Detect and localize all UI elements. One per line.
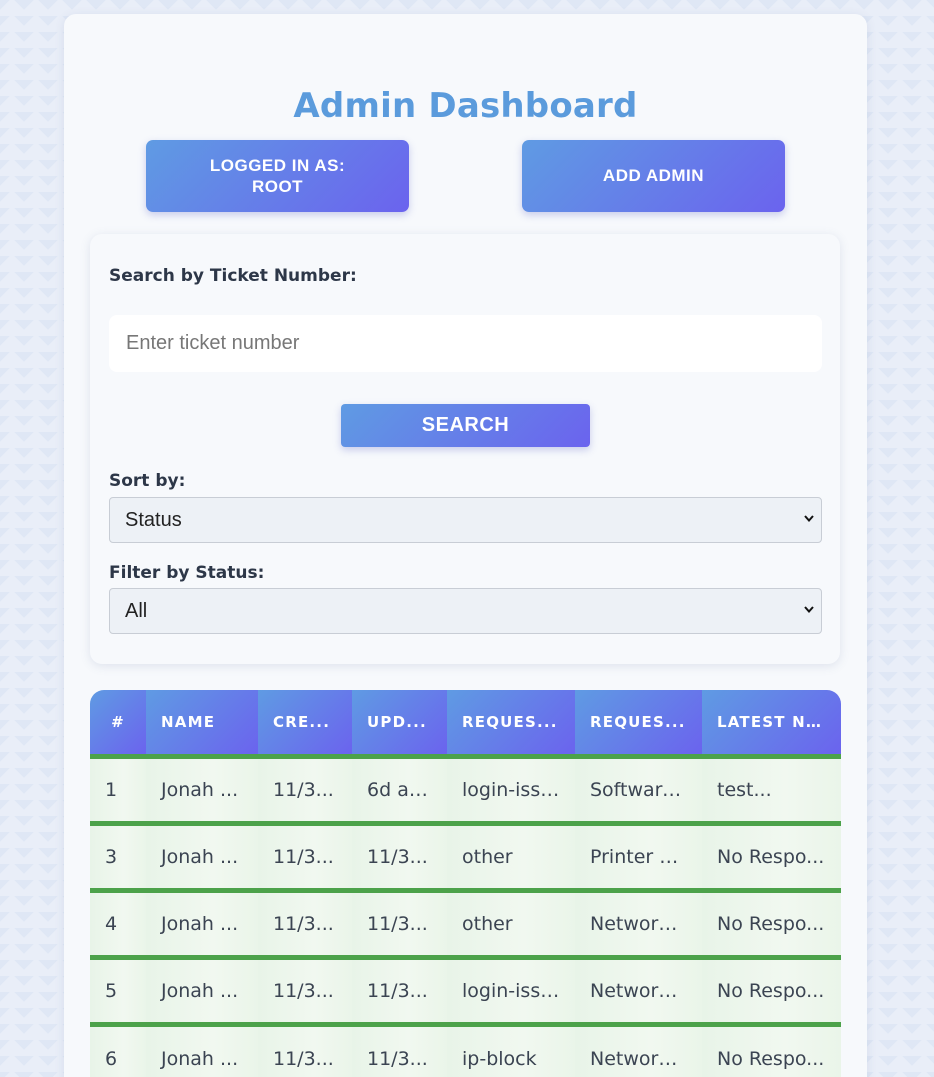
column-header-request-type[interactable]: REQUES... [447,690,575,756]
logged-in-button[interactable]: LOGGED IN AS: ROOT [146,140,409,212]
cell-name: Jonah ... [146,756,258,823]
cell-request-detail: Network ... [575,957,702,1024]
cell-updated: 11/3... [352,1024,447,1077]
sort-label: Sort by: [109,471,186,491]
cell-latest-note: test... [702,756,841,823]
cell-request-detail: Printer n... [575,823,702,890]
table-row[interactable]: 6 Jonah ... 11/3... 11/3... ip-block Net… [90,1024,841,1077]
chevron-down-icon [804,515,814,523]
cell-name: Jonah ... [146,957,258,1024]
cell-updated: 11/3... [352,957,447,1024]
cell-name: Jonah ... [146,1024,258,1077]
cell-request-type: login-issue [447,756,575,823]
filter-select-value: All [125,599,148,622]
search-button[interactable]: SEARCH [341,404,590,447]
cell-request-type: other [447,823,575,890]
column-header-created[interactable]: CRE... [258,690,352,756]
search-panel: Search by Ticket Number: SEARCH Sort by:… [90,234,840,664]
cell-name: Jonah ... [146,890,258,957]
sort-select[interactable]: Status [109,497,822,543]
chevron-down-icon [804,606,814,614]
cell-created: 11/3... [258,823,352,890]
cell-name: Jonah ... [146,823,258,890]
cell-request-type: other [447,890,575,957]
cell-number: 1 [90,756,146,823]
tickets-table: # NAME CRE... UPD... REQUES... REQUES...… [90,690,841,1077]
page-title: Admin Dashboard [293,86,638,126]
ticket-search-input[interactable] [109,315,822,372]
cell-request-detail: Network ... [575,1024,702,1077]
cell-created: 11/3... [258,890,352,957]
cell-updated: 11/3... [352,890,447,957]
cell-number: 4 [90,890,146,957]
column-header-updated[interactable]: UPD... [352,690,447,756]
dashboard-card: Admin Dashboard LOGGED IN AS: ROOT ADD A… [64,14,867,1077]
column-header-number[interactable]: # [90,690,146,756]
cell-created: 11/3... [258,1024,352,1077]
table-row[interactable]: 1 Jonah ... 11/3... 6d ago login-issue S… [90,756,841,823]
cell-request-detail: Network ... [575,890,702,957]
cell-latest-note: No Respo... [702,1024,841,1077]
table-row[interactable]: 5 Jonah ... 11/3... 11/3... login-issue … [90,957,841,1024]
cell-latest-note: No Respo... [702,890,841,957]
filter-label: Filter by Status: [109,563,265,583]
column-header-request-detail[interactable]: REQUES... [575,690,702,756]
cell-latest-note: No Respo... [702,957,841,1024]
table-row[interactable]: 4 Jonah ... 11/3... 11/3... other Networ… [90,890,841,957]
table-row[interactable]: 3 Jonah ... 11/3... 11/3... other Printe… [90,823,841,890]
cell-latest-note: No Respo... [702,823,841,890]
cell-created: 11/3... [258,957,352,1024]
search-label: Search by Ticket Number: [109,266,357,286]
table-header-row: # NAME CRE... UPD... REQUES... REQUES...… [90,690,841,756]
cell-number: 5 [90,957,146,1024]
sort-select-value: Status [125,508,182,531]
cell-created: 11/3... [258,756,352,823]
column-header-name[interactable]: NAME [146,690,258,756]
column-header-latest-note[interactable]: LATEST N... [702,690,841,756]
cell-number: 3 [90,823,146,890]
cell-number: 6 [90,1024,146,1077]
cell-updated: 11/3... [352,823,447,890]
cell-request-type: ip-block [447,1024,575,1077]
cell-request-type: login-issue [447,957,575,1024]
add-admin-button[interactable]: ADD ADMIN [522,140,785,212]
cell-updated: 6d ago [352,756,447,823]
status-filter-select[interactable]: All [109,588,822,634]
cell-request-detail: Software ... [575,756,702,823]
